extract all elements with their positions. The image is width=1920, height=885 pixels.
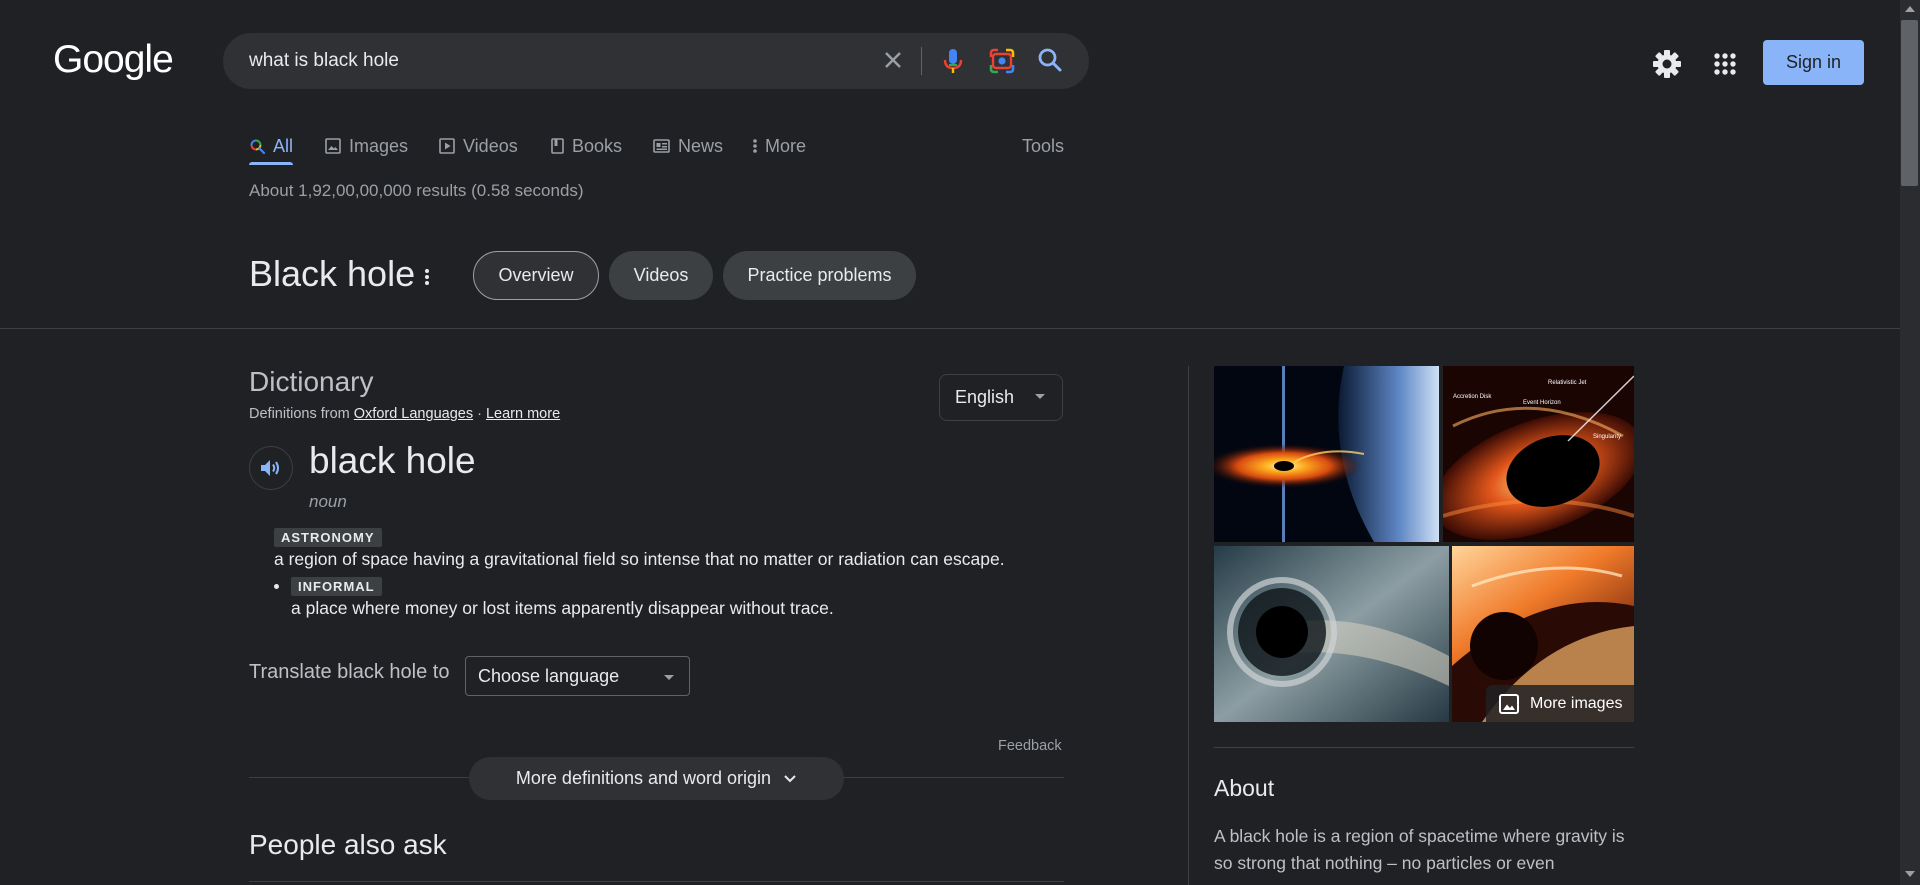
search-icon[interactable] — [1035, 45, 1065, 75]
chevron-down-icon — [1035, 394, 1045, 399]
image-label: Event Horizon — [1523, 400, 1561, 406]
search-icon — [250, 139, 266, 154]
black-hole-image-2[interactable]: Relativistic Jet Accretion Disk Event Ho… — [1443, 366, 1634, 542]
sign-in-button[interactable]: Sign in — [1763, 40, 1864, 85]
apps-grid-icon[interactable] — [1708, 47, 1742, 81]
more-definitions-button[interactable]: More definitions and word origin — [469, 757, 844, 800]
tools-button[interactable]: Tools — [1022, 126, 1064, 166]
tab-label: All — [273, 135, 294, 156]
choose-language-select[interactable]: Choose language — [465, 656, 690, 696]
book-icon — [551, 138, 564, 154]
search-divider — [921, 47, 922, 75]
image-label: Accretion Disk — [1453, 394, 1492, 400]
tab-label: Images — [349, 135, 409, 156]
more-vert-icon — [753, 139, 757, 153]
header-divider — [0, 328, 1900, 329]
about-heading: About — [1214, 775, 1275, 801]
tab-more[interactable]: More — [752, 126, 806, 166]
more-definitions-label: More definitions and word origin — [515, 768, 772, 788]
translate-label: Translate black hole to — [249, 661, 450, 683]
label-astronomy: ASTRONOMY — [274, 528, 382, 547]
scrollbar-thumb[interactable] — [1901, 20, 1918, 186]
image-label: Relativistic Jet — [1548, 380, 1587, 386]
tab-all[interactable]: All — [249, 126, 293, 166]
tab-label: More — [765, 135, 807, 156]
gear-icon[interactable] — [1650, 47, 1684, 81]
speaker-icon — [261, 460, 279, 476]
search-box[interactable]: what is black hole — [223, 33, 1089, 89]
result-stats: About 1,92,00,00,000 results (0.58 secon… — [249, 181, 584, 200]
about-description: A black hole is a region of spacetime wh… — [1214, 826, 1625, 873]
video-icon — [439, 138, 455, 154]
tab-books[interactable]: Books — [549, 126, 622, 166]
entity-title: Black hole — [249, 253, 416, 294]
definition-text: a region of space having a gravitational… — [274, 549, 1005, 569]
label-informal: INFORMAL — [291, 577, 382, 596]
black-hole-image-1[interactable] — [1214, 366, 1439, 542]
google-logo[interactable]: Google — [53, 38, 174, 82]
column-divider — [1188, 366, 1189, 885]
chevron-down-icon — [664, 675, 674, 680]
headword: black hole — [309, 440, 476, 481]
language-select[interactable]: English — [939, 374, 1063, 421]
choose-language-value: Choose language — [478, 665, 620, 686]
mic-icon[interactable] — [938, 45, 968, 77]
chip-practice-problems[interactable]: Practice problems — [723, 251, 916, 300]
feedback-link[interactable]: Feedback — [998, 738, 1062, 754]
search-input[interactable]: what is black hole — [249, 50, 399, 72]
more-images-label: More images — [1530, 695, 1623, 712]
divider — [1214, 747, 1634, 748]
people-also-ask-heading: People also ask — [249, 829, 447, 860]
image-icon — [1499, 694, 1519, 714]
part-of-speech: noun — [309, 492, 347, 511]
more-images-button[interactable]: More images — [1486, 685, 1634, 723]
chip-overview[interactable]: Overview — [473, 251, 599, 300]
tab-label: News — [678, 135, 724, 156]
lens-icon[interactable] — [987, 46, 1017, 76]
news-icon — [653, 139, 670, 153]
chevron-down-icon — [784, 774, 796, 782]
active-tab-indicator — [249, 162, 293, 165]
tab-label: Books — [572, 135, 623, 156]
tab-videos[interactable]: Videos — [438, 126, 518, 166]
close-icon[interactable] — [878, 45, 908, 75]
tab-news[interactable]: News — [652, 126, 723, 166]
pronunciation-button[interactable] — [249, 446, 293, 490]
definition-text: a place where money or lost items appare… — [291, 598, 834, 618]
image-icon — [325, 138, 341, 154]
scroll-down-arrow-icon[interactable] — [1905, 871, 1915, 877]
source-prefix: Definitions from — [249, 406, 350, 422]
learn-more-link[interactable]: Learn more — [486, 406, 560, 422]
separator: · — [477, 406, 482, 422]
image-label: Singularity — [1593, 434, 1621, 440]
dictionary-title: Dictionary — [249, 366, 374, 397]
oxford-languages-link[interactable]: Oxford Languages — [354, 406, 473, 422]
tab-images[interactable]: Images — [324, 126, 408, 166]
more-vert-icon[interactable] — [421, 266, 433, 288]
black-hole-image-3[interactable] — [1214, 546, 1449, 722]
scroll-up-arrow-icon[interactable] — [1905, 6, 1915, 12]
list-bullet — [274, 584, 279, 589]
tab-label: Videos — [463, 135, 518, 156]
chip-videos[interactable]: Videos — [609, 251, 713, 300]
dictionary-source: Definitions from Oxford Languages · Lear… — [249, 406, 560, 422]
divider — [249, 881, 1064, 882]
language-value: English — [955, 387, 1015, 407]
